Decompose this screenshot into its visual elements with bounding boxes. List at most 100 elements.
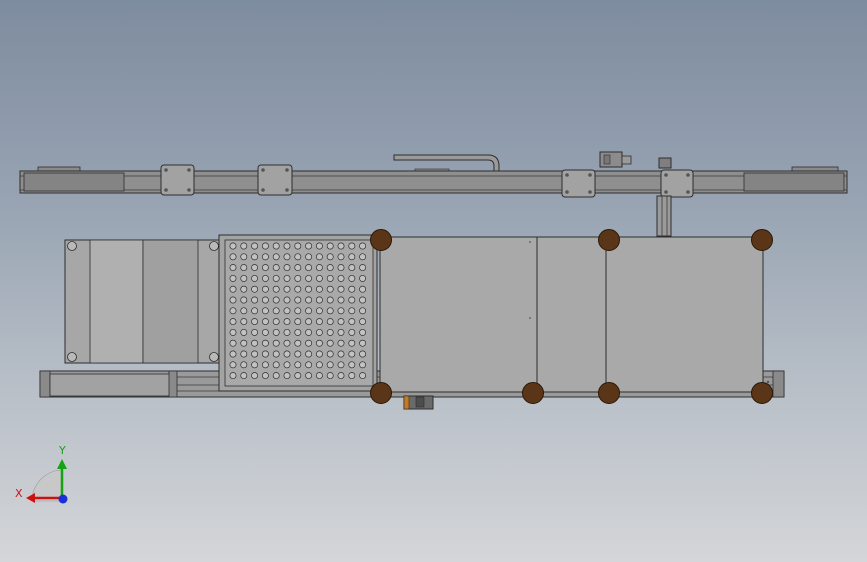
perforation-hole <box>251 296 259 304</box>
perforation-hole <box>348 307 356 315</box>
perforation-hole <box>294 264 302 272</box>
perforation-hole <box>315 318 323 326</box>
perforation-hole <box>326 296 334 304</box>
perforation-hole <box>359 307 367 315</box>
perforation-hole <box>240 264 248 272</box>
perforation-hole <box>229 264 237 272</box>
marker-dot <box>529 241 531 243</box>
caster-wheel[interactable] <box>370 229 392 251</box>
bolt <box>164 168 168 172</box>
perforation-hole <box>315 253 323 261</box>
bolt <box>565 190 569 194</box>
caster-wheel[interactable] <box>751 382 773 404</box>
perforation-hole <box>283 274 291 282</box>
caster-wheel[interactable] <box>598 382 620 404</box>
perforation-hole <box>359 264 367 272</box>
perforation-hole <box>305 328 313 336</box>
perforation-hole <box>261 318 269 326</box>
guide-slider[interactable] <box>49 373 175 397</box>
left-support-module[interactable] <box>64 239 222 364</box>
bolt <box>261 188 265 192</box>
perforation-hole <box>240 361 248 369</box>
perforation-hole <box>359 285 367 293</box>
perforation-hole <box>251 274 259 282</box>
caster-wheel[interactable] <box>598 229 620 251</box>
bolt <box>588 190 592 194</box>
x-axis-arrowhead <box>26 493 35 503</box>
perforation-hole <box>337 285 345 293</box>
perforation-hole <box>305 361 313 369</box>
coordinate-triad-icon: Y X <box>15 444 68 504</box>
perforation-hole <box>294 372 302 380</box>
perforation-hole <box>240 274 248 282</box>
perforation-hole <box>359 253 367 261</box>
perforation-hole <box>251 242 259 250</box>
guide-slider-block[interactable] <box>168 370 178 398</box>
perforation-hole <box>294 253 302 261</box>
perforation-hole <box>251 339 259 347</box>
conveyor-table[interactable] <box>370 229 773 410</box>
perforation-hole <box>283 328 291 336</box>
z-axis-mount[interactable] <box>658 157 672 169</box>
perforation-hole <box>283 350 291 358</box>
motor-connector <box>415 396 425 408</box>
perforation-hole <box>326 253 334 261</box>
motor-shaft-housing <box>621 155 632 165</box>
bolt <box>164 188 168 192</box>
perforation-hole <box>283 361 291 369</box>
marker-dot <box>529 317 531 319</box>
gantry-beam[interactable] <box>19 151 848 237</box>
perforation-hole <box>294 242 302 250</box>
cad-graphics-viewport[interactable]: Y X <box>0 0 867 562</box>
perforation-hole <box>294 296 302 304</box>
perforation-hole <box>240 318 248 326</box>
marker-dot <box>766 380 770 384</box>
perforation-hole <box>272 339 280 347</box>
bolt <box>664 173 668 177</box>
perforation-hole <box>305 274 313 282</box>
perforation-hole <box>359 296 367 304</box>
conveyor-bed[interactable] <box>379 236 764 393</box>
perforation-hole <box>283 264 291 272</box>
perforation-hole <box>359 372 367 380</box>
perforation-hole <box>251 361 259 369</box>
z-axis-column[interactable] <box>656 195 672 237</box>
caster-wheel[interactable] <box>751 229 773 251</box>
perforation-hole <box>229 253 237 261</box>
perforation-hole <box>240 296 248 304</box>
perforation-hole <box>229 242 237 250</box>
guide-end-left <box>39 370 51 398</box>
perforation-hole <box>251 318 259 326</box>
perforation-hole <box>348 296 356 304</box>
rail-end-cap-left <box>23 172 125 192</box>
perforation-hole <box>283 318 291 326</box>
perforation-hole <box>337 350 345 358</box>
perforation-hole <box>294 361 302 369</box>
perforation-hole <box>326 339 334 347</box>
perforation-hole <box>294 274 302 282</box>
caster-wheel[interactable] <box>370 382 392 404</box>
perforation-hole <box>261 253 269 261</box>
perforation-hole <box>337 372 345 380</box>
perforation-hole <box>294 285 302 293</box>
triad-plane <box>31 469 63 502</box>
perforation-hole <box>337 253 345 261</box>
perforation-hole <box>305 264 313 272</box>
perforation-hole <box>348 361 356 369</box>
perforation-hole <box>348 372 356 380</box>
caster-wheel[interactable] <box>522 382 544 404</box>
y-axis-label: Y <box>58 444 66 457</box>
mounting-hole <box>67 352 77 362</box>
perforation-hole <box>348 253 356 261</box>
assembly-drawing[interactable]: Y X <box>0 0 867 562</box>
perforation-hole <box>359 350 367 358</box>
perforation-hole <box>305 253 313 261</box>
perforation-hole <box>337 361 345 369</box>
bolt <box>187 168 191 172</box>
perforation-hole <box>229 296 237 304</box>
perforated-plate[interactable] <box>218 234 378 392</box>
servo-motor[interactable] <box>599 151 623 168</box>
perforation-hole <box>315 372 323 380</box>
perforation-hole <box>315 296 323 304</box>
perforation-hole <box>294 350 302 358</box>
